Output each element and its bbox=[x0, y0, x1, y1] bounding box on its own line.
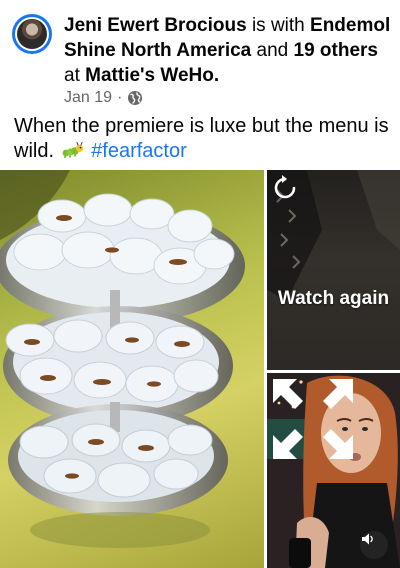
post-headline: Jeni Ewert Brocious is with Endemol Shin… bbox=[64, 13, 394, 88]
sound-button[interactable] bbox=[360, 531, 388, 559]
speaker-icon bbox=[362, 533, 373, 545]
video-tile[interactable]: Watch again bbox=[267, 170, 400, 370]
watch-again-label[interactable]: Watch again bbox=[267, 288, 400, 310]
expand-icon[interactable] bbox=[267, 373, 359, 465]
avatar-ring bbox=[15, 17, 49, 51]
at-text: at bbox=[64, 65, 80, 86]
media-grid: Watch again bbox=[0, 170, 400, 568]
globe-icon bbox=[127, 90, 143, 106]
meta-separator: · bbox=[117, 89, 123, 106]
and-text: and bbox=[256, 40, 289, 61]
post-header: Jeni Ewert Brocious is with Endemol Shin… bbox=[0, 0, 400, 112]
hashtag-link[interactable]: #fearfactor bbox=[91, 140, 187, 162]
replay-icon[interactable] bbox=[267, 170, 303, 206]
avatar-photo bbox=[17, 19, 47, 49]
post-meta: Jan 19 · bbox=[64, 88, 143, 108]
caterpillar-emoji bbox=[62, 141, 84, 166]
others-link[interactable]: 19 others bbox=[294, 40, 378, 61]
video-person-tile[interactable] bbox=[267, 373, 400, 568]
photo-cupcake-stand[interactable] bbox=[0, 170, 264, 568]
author-name[interactable]: Jeni Ewert Brocious bbox=[64, 15, 247, 36]
location-link[interactable]: Mattie's WeHo. bbox=[85, 65, 219, 86]
avatar[interactable] bbox=[12, 14, 52, 54]
is-with-text: is with bbox=[251, 15, 305, 36]
post-date[interactable]: Jan 19 bbox=[64, 89, 112, 107]
post-caption: When the premiere is luxe but the menu i… bbox=[14, 114, 394, 166]
